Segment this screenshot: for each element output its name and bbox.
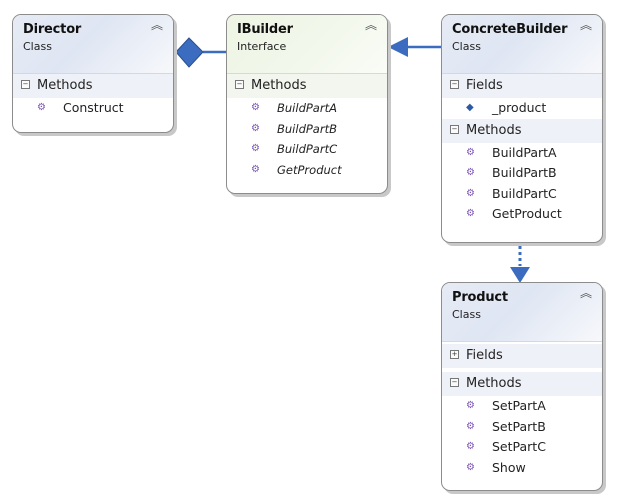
- method-row[interactable]: ⚙ Construct: [13, 98, 173, 119]
- method-name: BuildPartA: [492, 144, 557, 160]
- section-fields[interactable]: − Fields: [442, 74, 602, 98]
- method-name: SetPartC: [492, 439, 546, 454]
- method-name: BuildPartC: [277, 142, 338, 156]
- class-stereotype: Class: [23, 40, 52, 53]
- method-name: GetProduct: [492, 206, 562, 221]
- method-name: Show: [492, 459, 526, 475]
- section-methods[interactable]: − Methods: [13, 74, 173, 98]
- collapse-section-icon[interactable]: −: [450, 378, 459, 387]
- method-name: BuildPartA: [277, 101, 337, 115]
- method-icon: ⚙: [466, 187, 475, 199]
- class-stereotype: Class: [452, 308, 481, 321]
- method-icon: ⚙: [466, 400, 475, 411]
- section-methods[interactable]: − Methods: [442, 372, 602, 396]
- method-name: BuildPartB: [277, 121, 337, 136]
- collapse-section-icon[interactable]: −: [21, 80, 30, 89]
- collapse-icon[interactable]: ︽: [365, 19, 377, 31]
- method-row[interactable]: ⚙ SetPartA: [442, 396, 602, 417]
- collapse-icon[interactable]: ︽: [580, 287, 592, 299]
- class-name: Director: [23, 22, 82, 37]
- composition-diamond-icon: [175, 37, 204, 68]
- class-product[interactable]: Product Class ︽ + Fields − Methods ⚙ SetPa…: [441, 282, 603, 491]
- section-label: Methods: [37, 78, 93, 93]
- inheritance-arrow-icon: [388, 37, 408, 57]
- method-icon: ⚙: [466, 167, 475, 178]
- method-row[interactable]: ⚙ SetPartB: [442, 417, 602, 438]
- method-icon: ⚙: [466, 461, 475, 473]
- method-row[interactable]: ⚙ BuildPartB: [442, 163, 602, 184]
- section-label: Fields: [466, 78, 503, 93]
- class-header[interactable]: Director Class ︽: [13, 15, 173, 74]
- class-stereotype: Interface: [237, 40, 287, 53]
- class-concrete-builder[interactable]: ConcreteBuilder Class ︽ − Fields ◆ _produ…: [441, 14, 603, 243]
- collapse-section-icon[interactable]: −: [450, 80, 459, 89]
- method-row[interactable]: ⚙ SetPartC: [442, 437, 602, 458]
- method-row[interactable]: ⚙ Show: [442, 458, 602, 479]
- collapse-icon[interactable]: ︽: [580, 19, 592, 31]
- collapse-section-icon[interactable]: −: [235, 80, 244, 89]
- class-name: Product: [452, 290, 508, 305]
- section-label: Fields: [466, 348, 503, 363]
- method-icon: ⚙: [466, 146, 475, 158]
- method-icon: ⚙: [251, 143, 260, 154]
- method-name: BuildPartC: [492, 185, 557, 201]
- section-label: Methods: [466, 376, 522, 391]
- section-label: Methods: [466, 122, 522, 138]
- class-director[interactable]: Director Class ︽ − Methods ⚙ Construct: [12, 14, 174, 133]
- field-name: _product: [492, 100, 547, 115]
- method-name: GetProduct: [277, 162, 342, 177]
- method-row[interactable]: ⚙ BuildPartC: [227, 139, 387, 160]
- method-name: BuildPartB: [492, 165, 557, 180]
- method-row[interactable]: ⚙ BuildPartB: [227, 119, 387, 140]
- method-icon: ⚙: [251, 122, 260, 134]
- collapse-icon[interactable]: ︽: [151, 19, 163, 31]
- method-row[interactable]: ⚙ BuildPartC: [442, 184, 602, 205]
- section-fields[interactable]: + Fields: [442, 344, 602, 368]
- private-field-icon: ◆: [466, 102, 474, 113]
- method-row[interactable]: ⚙ BuildPartA: [227, 98, 387, 119]
- method-row[interactable]: ⚙ GetProduct: [227, 160, 387, 181]
- interface-ibuilder[interactable]: IBuilder Interface ︽ − Methods ⚙ BuildPar…: [226, 14, 388, 194]
- method-icon: ⚙: [466, 208, 475, 219]
- class-header[interactable]: IBuilder Interface ︽: [227, 15, 387, 74]
- class-name: IBuilder: [237, 22, 293, 37]
- field-row[interactable]: ◆ _product: [442, 98, 602, 119]
- class-name: ConcreteBuilder: [452, 22, 568, 37]
- dependency-arrow-icon: [510, 267, 530, 283]
- method-name: SetPartA: [492, 398, 546, 413]
- collapse-section-icon[interactable]: −: [450, 124, 459, 134]
- class-stereotype: Class: [452, 40, 481, 53]
- section-methods[interactable]: − Methods: [442, 118, 602, 143]
- method-row[interactable]: ⚙ BuildPartA: [442, 143, 602, 164]
- method-icon: ⚙: [251, 102, 260, 113]
- class-header[interactable]: ConcreteBuilder Class ︽: [442, 15, 602, 74]
- expand-section-icon[interactable]: +: [450, 350, 459, 359]
- method-icon: ⚙: [251, 163, 260, 175]
- method-icon: ⚙: [466, 420, 475, 432]
- method-icon: ⚙: [37, 102, 46, 113]
- method-row[interactable]: ⚙ GetProduct: [442, 204, 602, 225]
- section-label: Methods: [251, 78, 307, 93]
- section-methods[interactable]: − Methods: [227, 74, 387, 98]
- class-header[interactable]: Product Class ︽: [442, 283, 602, 342]
- method-icon: ⚙: [466, 441, 475, 452]
- method-name: SetPartB: [492, 418, 546, 434]
- method-name: Construct: [63, 100, 124, 115]
